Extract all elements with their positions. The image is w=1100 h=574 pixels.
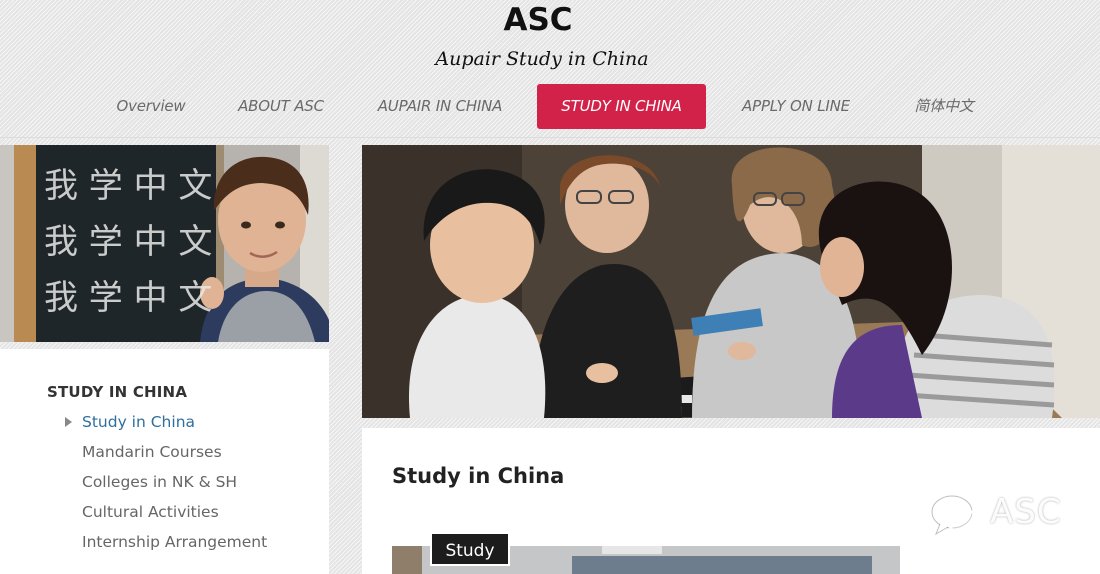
study-image-caption: Study (430, 532, 510, 566)
sidebar-link-study-in-china[interactable]: Study in China (82, 413, 195, 431)
sidebar-link-colleges[interactable]: Colleges in NK & SH (82, 473, 237, 491)
nav-item-overview[interactable]: Overview (108, 84, 194, 129)
nav-item-study-in-china[interactable]: STUDY IN CHINA (537, 84, 706, 129)
sidebar-link-mandarin-courses[interactable]: Mandarin Courses (82, 443, 222, 461)
wechat-icon (930, 494, 984, 539)
hero-illustration (362, 145, 1100, 418)
nav-item-chinese[interactable]: 简体中文 (896, 84, 992, 129)
sidebar-photo-boy-chalkboard: 我 学 中 文 我 学 中 文 我 学 中 文 (0, 145, 329, 342)
main-nav: Overview ABOUT ASC AUPAIR IN CHINA STUDY… (0, 84, 1100, 130)
chalkboard-illustration: 我 学 中 文 我 学 中 文 我 学 中 文 (0, 145, 329, 342)
header-divider (0, 137, 1100, 138)
hero-photo-chess-game (362, 145, 1100, 418)
wechat-watermark: ASC (928, 490, 1078, 545)
site-tagline: Aupair Study in China (435, 48, 649, 70)
sidebar-link-internship[interactable]: Internship Arrangement (82, 533, 267, 551)
nav-item-aupair-in-china[interactable]: AUPAIR IN CHINA (368, 84, 512, 129)
nav-item-about-asc[interactable]: ABOUT ASC (228, 84, 334, 129)
nav-item-apply-on-line[interactable]: APPLY ON LINE (731, 84, 861, 129)
page-title: Study in China (392, 464, 565, 488)
sidebar-submenu: STUDY IN CHINA Study in China Mandarin C… (0, 349, 329, 574)
current-page-arrow-icon (65, 417, 72, 427)
chalk-line-1: 我 学 中 文 (44, 166, 212, 206)
site-header: ASC Aupair Study in China Overview ABOUT… (0, 0, 1100, 138)
site-brand[interactable]: ASC (0, 2, 1076, 38)
watermark-text: ASC (990, 492, 1062, 532)
sidebar-link-cultural-activities[interactable]: Cultural Activities (82, 503, 219, 521)
chalk-line-2: 我 学 中 文 (44, 222, 212, 262)
sidebar-title: STUDY IN CHINA (47, 383, 188, 401)
chalk-line-3: 我 学 中 文 (44, 278, 212, 318)
